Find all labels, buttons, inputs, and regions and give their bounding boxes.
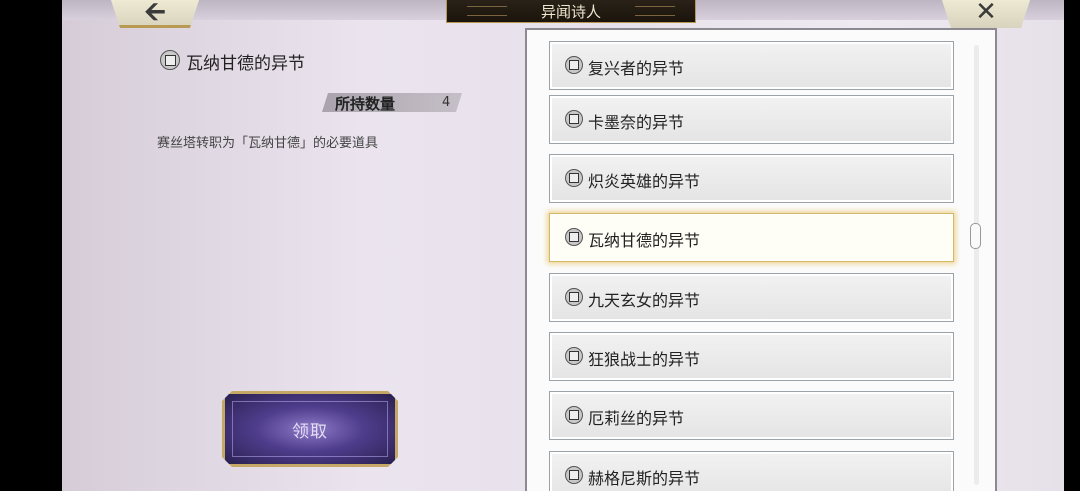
list-item[interactable]: 炽炎英雄的异节 (549, 154, 954, 203)
quantity-value: 4 (442, 95, 451, 110)
item-book-icon (565, 169, 583, 187)
right-letterbox (1064, 0, 1080, 491)
item-book-icon (565, 56, 583, 74)
app-screen: 🡨 异闻诗人 ✕ 瓦纳甘德的异节 所持数量 4 赛丝塔转职为「瓦纳甘德」的必要道… (62, 0, 1064, 491)
item-book-icon (565, 347, 583, 365)
close-icon: ✕ (975, 0, 997, 27)
item-list[interactable]: 复兴者的异节 卡墨奈的异节 炽炎英雄的异节 瓦纳甘德的异节 九天玄女的异节 狂狼… (525, 28, 997, 491)
page-title: 异闻诗人 (540, 2, 601, 21)
item-book-icon (565, 228, 583, 246)
list-item[interactable]: 复兴者的异节 (549, 41, 954, 90)
list-item-label: 狂狼战士的异节 (588, 350, 701, 369)
list-item[interactable]: 卡墨奈的异节 (549, 95, 954, 144)
item-book-icon (565, 110, 583, 128)
scrollbar-thumb[interactable] (970, 223, 981, 249)
detail-title: 瓦纳甘德的异节 (186, 54, 305, 74)
item-book-icon (565, 466, 583, 484)
list-item[interactable]: 赫格尼斯的异节 (549, 451, 954, 491)
claim-button[interactable]: 领取 (222, 391, 398, 467)
quantity-label: 所持数量 (335, 95, 396, 113)
list-item-label: 九天玄女的异节 (588, 291, 701, 310)
title-ornament-right (635, 6, 675, 16)
list-item-label: 瓦纳甘德的异节 (588, 231, 701, 250)
claim-button-label: 领取 (292, 421, 328, 442)
list-item[interactable]: 厄莉丝的异节 (549, 391, 954, 440)
item-book-icon (565, 288, 583, 306)
list-item-label: 复兴者的异节 (588, 59, 685, 78)
back-button[interactable]: 🡨 (109, 0, 201, 28)
scrollbar-track[interactable] (974, 45, 979, 485)
item-book-icon (160, 50, 180, 70)
list-item[interactable]: 九天玄女的异节 (549, 273, 954, 322)
close-button[interactable]: ✕ (940, 0, 1032, 28)
list-item-selected[interactable]: 瓦纳甘德的异节 (549, 213, 954, 262)
back-arrow-icon: 🡨 (144, 0, 166, 27)
list-item-label: 卡墨奈的异节 (588, 113, 685, 132)
list-item-label: 炽炎英雄的异节 (588, 172, 701, 191)
item-description: 赛丝塔转职为「瓦纳甘德」的必要道具 (157, 136, 379, 151)
title-bar: 异闻诗人 (446, 0, 696, 23)
title-ornament-left (467, 6, 507, 16)
left-letterbox (0, 0, 62, 491)
list-item[interactable]: 狂狼战士的异节 (549, 332, 954, 381)
item-book-icon (565, 406, 583, 424)
list-item-label: 赫格尼斯的异节 (588, 469, 701, 488)
list-item-label: 厄莉丝的异节 (588, 409, 685, 428)
